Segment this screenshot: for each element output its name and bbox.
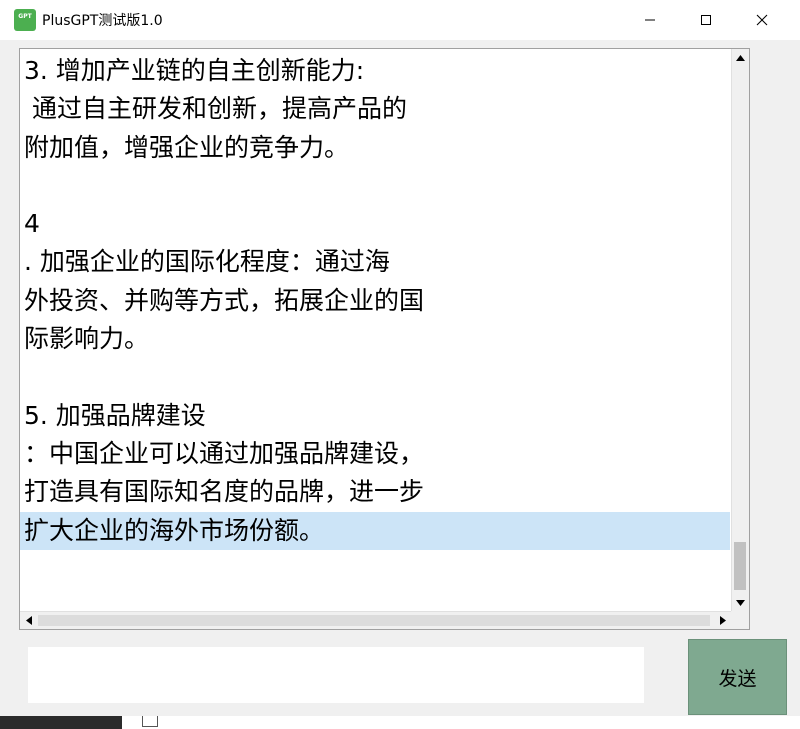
vertical-scrollbar[interactable] [731,49,749,611]
output-line: 打造具有国际知名度的品牌，进一步 [24,477,425,507]
app-window: GPT PlusGPT测试版1.0 3. 增加产业链的自主创新能力: 通过自主研… [0,0,800,716]
scroll-up-arrow-icon[interactable] [732,49,749,66]
horizontal-scrollbar[interactable] [20,611,731,629]
output-line: 外投资、并购等方式，拓展企业的国 [24,285,425,315]
window-title: PlusGPT测试版1.0 [42,13,163,29]
message-input[interactable] [28,647,644,703]
output-line: 5. 加强品牌建设 [24,400,206,430]
output-line: 际影响力。 [24,324,150,354]
output-line: 通过自主研发和创新，提高产品的 [24,94,407,124]
underlying-checkbox [142,716,158,727]
output-line: . 加强企业的国际化程度：通过海 [24,247,390,277]
output-line: 3. 增加产业链的自主创新能力: [24,56,365,85]
close-button[interactable] [734,0,790,40]
horizontal-scroll-thumb[interactable] [38,615,710,626]
output-line: ：中国企业可以通过加强品牌建设， [24,438,425,468]
scroll-left-arrow-icon[interactable] [20,612,37,629]
output-line: 4 [24,209,40,239]
output-line: 附加值，增强企业的竞争力。 [24,132,350,162]
close-icon [756,14,768,26]
output-text-content: 3. 增加产业链的自主创新能力: 通过自主研发和创新，提高产品的 附加值，增强企业… [20,52,730,588]
output-text-area[interactable]: 3. 增加产业链的自主创新能力: 通过自主研发和创新，提高产品的 附加值，增强企业… [19,48,750,630]
maximize-icon [701,15,711,25]
title-bar[interactable]: GPT PlusGPT测试版1.0 [0,0,800,40]
app-logo-text: GPT [18,13,32,20]
scrollbar-corner [731,611,749,629]
maximize-button[interactable] [678,0,734,40]
output-line: 扩大企业的海外市场份额。 [20,511,730,550]
underlying-window [122,716,800,729]
minimize-icon [645,19,655,21]
scroll-down-arrow-icon[interactable] [732,594,749,611]
send-button[interactable]: 发送 [688,639,787,715]
scroll-right-arrow-icon[interactable] [714,612,731,629]
vertical-scroll-thumb[interactable] [734,542,746,590]
app-logo-icon: GPT [14,9,36,31]
minimize-button[interactable] [622,0,678,40]
